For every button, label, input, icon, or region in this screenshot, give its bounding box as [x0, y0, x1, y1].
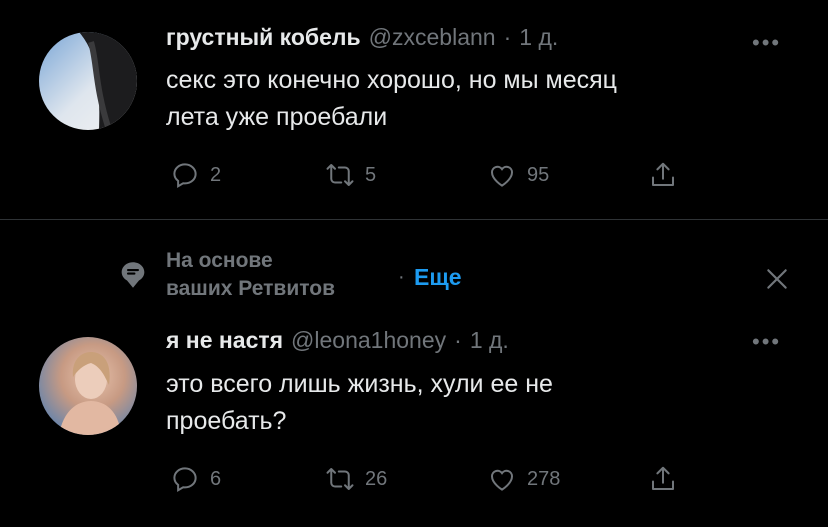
retweet-button[interactable]: 26 — [325, 464, 387, 494]
like-button[interactable]: 278 — [487, 464, 560, 494]
retweet-button[interactable]: 5 — [325, 160, 376, 190]
share-icon — [652, 162, 674, 186]
like-count: 95 — [527, 163, 550, 186]
separator-dot: · — [503, 24, 512, 50]
promoted-icon — [116, 258, 150, 297]
avatar[interactable] — [39, 337, 137, 435]
reply-button[interactable]: 6 — [170, 464, 221, 494]
author-handle[interactable]: @zxceblann — [369, 24, 496, 51]
like-button[interactable]: 95 — [487, 160, 549, 190]
avatar[interactable] — [39, 32, 137, 130]
share-icon — [652, 466, 674, 490]
reply-button[interactable]: 2 — [170, 160, 221, 190]
author-name[interactable]: грустный кобель — [166, 24, 361, 51]
tweet-text-line: секс это конечно хорошо, но мы месяц — [166, 66, 617, 94]
share-button[interactable] — [648, 464, 678, 494]
reply-icon — [173, 467, 197, 493]
close-icon[interactable] — [764, 266, 790, 297]
timestamp[interactable]: 1 д. — [519, 24, 558, 51]
like-count: 278 — [527, 467, 561, 490]
tweet-text-line: проебать? — [166, 407, 287, 435]
tweet-divider — [0, 219, 828, 220]
tweet-text-line: это всего лишь жизнь, хули ее не — [166, 370, 553, 398]
retweet-count: 26 — [365, 467, 388, 490]
more-link[interactable]: Еще — [414, 264, 462, 291]
reply-icon — [173, 163, 197, 189]
timestamp[interactable]: 1 д. — [470, 327, 509, 354]
retweet-icon — [326, 468, 354, 490]
heart-icon — [490, 469, 514, 491]
more-options-button[interactable]: ••• — [752, 30, 781, 56]
reply-count: 6 — [210, 467, 222, 490]
context-line: ваших Ретвитов — [166, 277, 335, 300]
author-name[interactable]: я не настя — [166, 327, 283, 354]
share-button[interactable] — [648, 160, 678, 190]
retweet-icon — [326, 164, 354, 186]
context-line: На основе — [166, 249, 273, 272]
tweet-text-line: лета уже проебали — [166, 103, 388, 131]
more-options-button[interactable]: ••• — [752, 329, 781, 355]
author-handle[interactable]: @leona1honey — [291, 327, 446, 354]
avatar-photo — [79, 32, 137, 130]
retweet-count: 5 — [365, 163, 377, 186]
separator-dot: · — [398, 266, 405, 288]
heart-icon — [490, 165, 514, 187]
separator-dot: · — [454, 327, 462, 353]
avatar-photo — [59, 352, 121, 435]
reply-count: 2 — [210, 163, 222, 186]
